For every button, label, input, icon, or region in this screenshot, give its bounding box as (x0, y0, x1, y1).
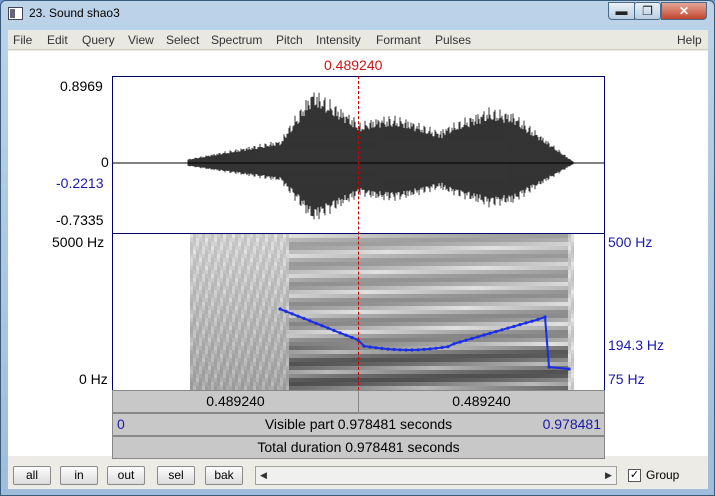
cursor-time-label: 0.489240 (324, 57, 383, 73)
pitch-point (543, 315, 547, 319)
visible-end-time: 0.978481 (542, 416, 601, 432)
pitch-point (362, 344, 366, 348)
scroll-right-arrow-icon[interactable]: ▶ (601, 467, 616, 484)
menu-select[interactable]: Select (166, 33, 199, 47)
pitch-ceiling-label: 500 Hz (608, 234, 653, 250)
pitch-point (536, 317, 540, 321)
window-title: 23. Sound shao3 (29, 6, 120, 20)
pitch-point (368, 345, 372, 349)
pitch-point (506, 326, 510, 330)
total-duration-bar[interactable]: Total duration 0.978481 seconds (112, 436, 605, 459)
zoom-all-button[interactable]: all (13, 466, 51, 485)
zoom-selection-button[interactable]: sel (157, 466, 195, 485)
maximize-button[interactable]: ❐ (634, 2, 661, 20)
menu-view[interactable]: View (128, 33, 154, 47)
pitch-point (494, 330, 498, 334)
pitch-point (482, 333, 486, 337)
pitch-point (434, 346, 438, 350)
pitch-point (464, 338, 468, 342)
waveform-y-min-label: -0.7335 (56, 212, 104, 228)
waveform-cursor-value-label: -0.2213 (56, 175, 104, 191)
minimize-button[interactable]: ▬ (608, 2, 635, 20)
window-app-icon (8, 7, 23, 20)
pitch-point (380, 346, 384, 351)
pitch-point (428, 347, 432, 351)
menu-pulses[interactable]: Pulses (435, 33, 471, 47)
pitch-point (404, 348, 408, 352)
pitch-point (440, 345, 444, 350)
window-client-area: File Edit Query View Select Spectrum Pit… (8, 30, 708, 489)
zoom-in-button[interactable]: in (60, 466, 98, 485)
group-checkbox[interactable]: ✓ (628, 469, 641, 482)
spectrogram-freq-max-label: 5000 Hz (52, 234, 105, 250)
menu-spectrum[interactable]: Spectrum (211, 33, 262, 47)
scroll-left-arrow-icon[interactable]: ◀ (256, 467, 271, 484)
pitch-point (458, 340, 462, 344)
pitch-point (338, 331, 342, 335)
pitch-floor-label: 75 Hz (608, 371, 645, 387)
pitch-point (302, 316, 306, 321)
time-bar-right-segment[interactable]: 0.489240 (359, 391, 604, 412)
pitch-point (398, 348, 402, 352)
pitch-point (410, 348, 414, 352)
menu-edit[interactable]: Edit (47, 33, 68, 47)
visible-part-bar[interactable]: Visible part 0.978481 seconds 0 0.978481 (112, 413, 605, 436)
pitch-point (308, 319, 312, 323)
pitch-point (284, 309, 288, 313)
pitch-point (314, 321, 318, 325)
horizontal-scrollbar[interactable]: ◀ ▶ (255, 466, 617, 485)
menu-pitch[interactable]: Pitch (276, 33, 303, 47)
zoom-out-button[interactable]: out (107, 466, 145, 485)
visible-start-time: 0 (117, 416, 125, 432)
menu-formant[interactable]: Formant (376, 33, 421, 47)
waveform-y-max-label: 0.8969 (60, 78, 103, 94)
waveform-trace (187, 92, 575, 220)
pitch-point (332, 328, 336, 333)
pitch-point (386, 347, 390, 351)
pitch-point (500, 328, 504, 332)
bottom-toolbar: all in out sel bak ◀ ▶ ✓ Group (8, 464, 708, 489)
pitch-point (374, 346, 378, 350)
pitch-point (530, 319, 534, 323)
pitch-point (326, 326, 330, 330)
title-bar[interactable]: 23. Sound shao3 ▬ ❐ ✕ (1, 1, 714, 27)
pitch-point (290, 312, 294, 316)
praat-sound-window: 23. Sound shao3 ▬ ❐ ✕ File Edit Query Vi… (0, 0, 715, 496)
group-checkbox-label: Group (646, 468, 680, 482)
pitch-point (476, 335, 480, 339)
spectrogram-freq-min-label: 0 Hz (79, 371, 108, 387)
visible-part-label: Visible part 0.978481 seconds (264, 416, 453, 432)
time-cursor-line (358, 76, 359, 390)
pitch-point (518, 323, 522, 327)
pitch-point (446, 345, 450, 349)
time-bar-left-segment[interactable]: 0.489240 (113, 391, 359, 412)
menu-intensity[interactable]: Intensity (316, 33, 361, 47)
menu-bar: File Edit Query View Select Spectrum Pit… (8, 30, 708, 50)
pitch-point (320, 324, 324, 328)
pitch-cursor-value-label: 194.3 Hz (608, 337, 665, 353)
pitch-point (392, 347, 396, 352)
pitch-point (512, 324, 516, 328)
menu-help[interactable]: Help (677, 33, 702, 47)
pitch-point (547, 365, 551, 369)
pitch-point (567, 367, 571, 371)
pitch-point (488, 331, 492, 335)
menu-file[interactable]: File (13, 33, 32, 47)
waveform-zero-label: 0 (101, 154, 109, 170)
pitch-point (278, 307, 282, 311)
close-button[interactable]: ✕ (661, 2, 707, 20)
menu-query[interactable]: Query (82, 33, 115, 47)
pitch-point (452, 342, 456, 346)
pitch-point (422, 347, 426, 351)
pitch-point (524, 321, 528, 325)
zoom-back-button[interactable]: bak (205, 466, 243, 485)
total-duration-label: Total duration 0.978481 seconds (257, 439, 460, 455)
pitch-point (350, 336, 354, 340)
pitch-point (296, 314, 300, 318)
pitch-point (344, 333, 348, 337)
time-bar[interactable]: 0.489240 0.489240 (112, 390, 605, 413)
pitch-point (470, 336, 474, 341)
sound-editor-canvas[interactable]: 0.489240 0.8969 0 -0.2213 -0.7335 5000 H… (8, 51, 708, 459)
pitch-point (416, 348, 420, 352)
